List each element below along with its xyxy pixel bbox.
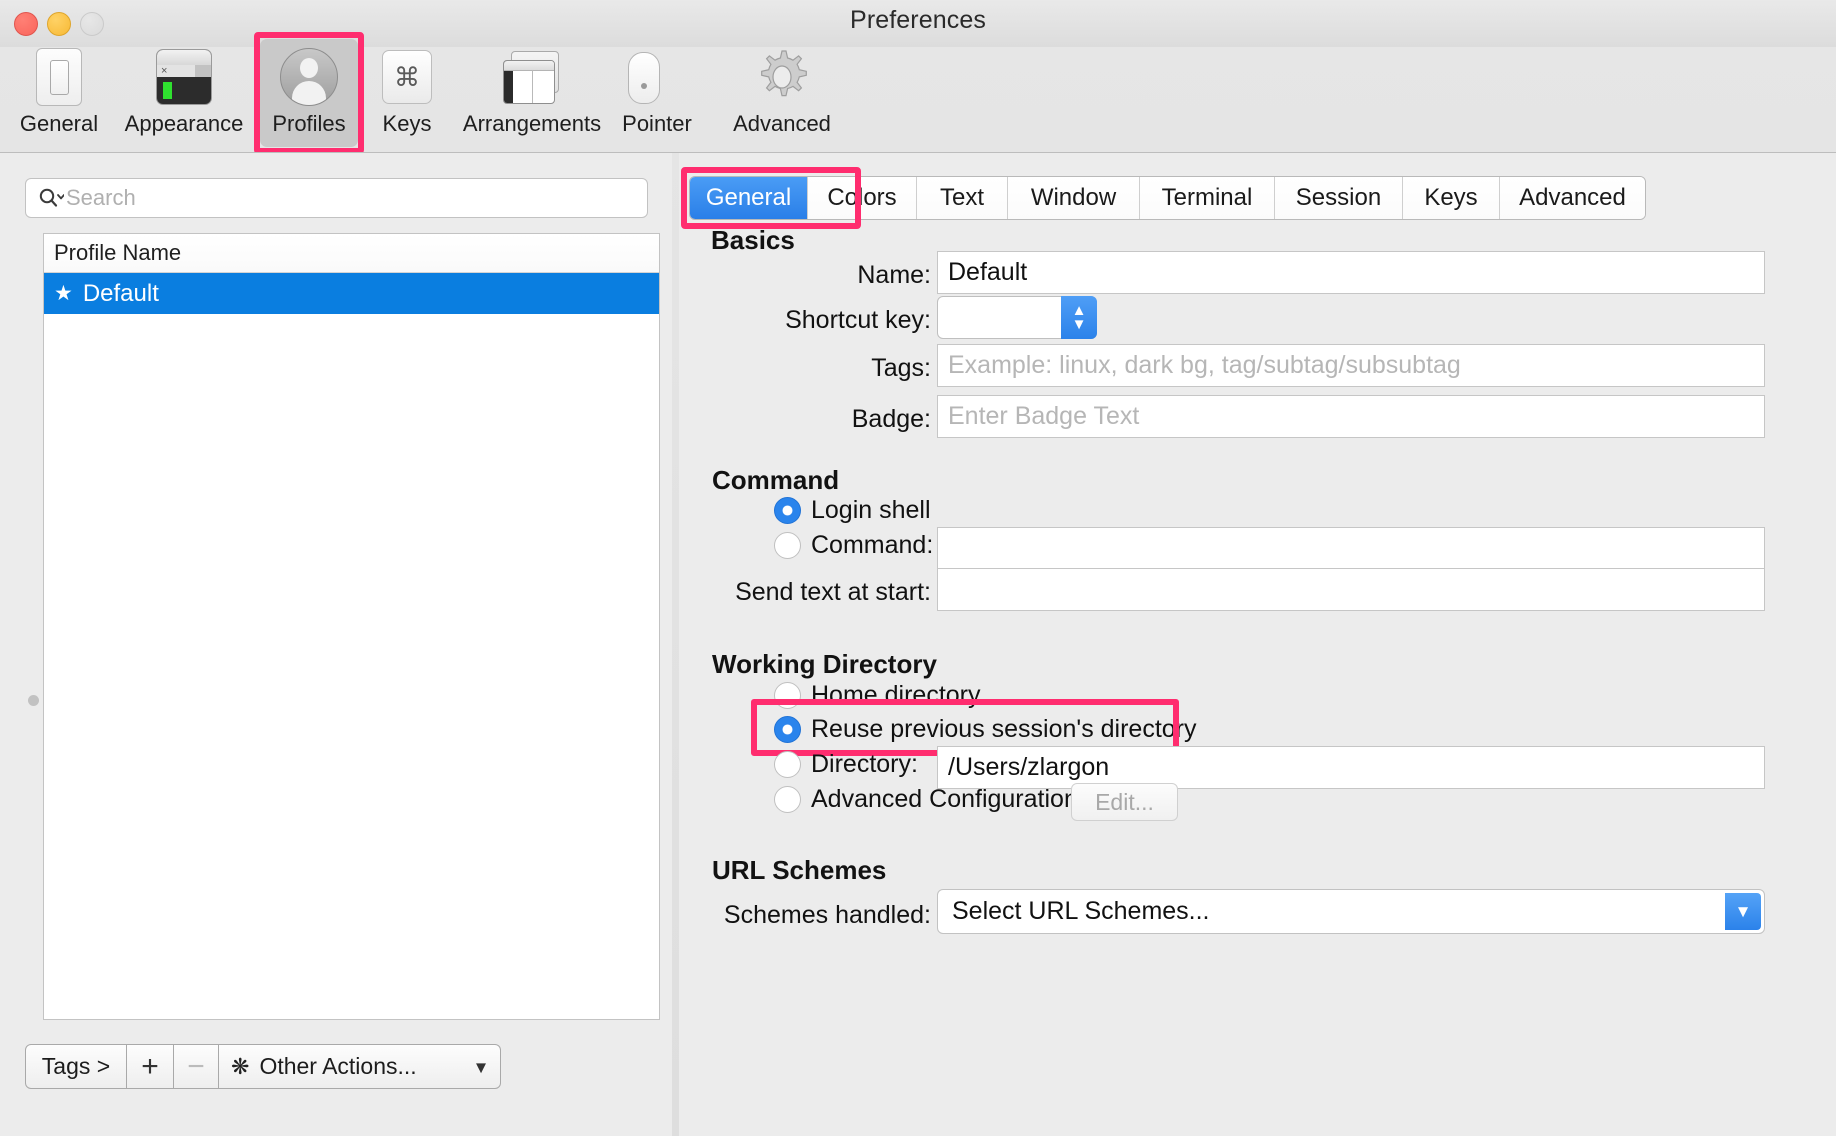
radio-label-directory: Directory: [811, 750, 918, 778]
tab-advanced[interactable]: Advanced [1500, 177, 1645, 219]
tags-button[interactable]: Tags > [25, 1044, 127, 1089]
add-profile-button[interactable]: + [127, 1044, 174, 1089]
search-input[interactable]: Search [25, 178, 648, 218]
profile-tab-bar: General Colors Text Window Terminal Sess… [689, 176, 1646, 220]
url-schemes-dropdown[interactable]: Select URL Schemes... ▼ [937, 889, 1765, 934]
name-input[interactable]: Default [937, 251, 1765, 294]
toolbar-label-advanced: Advanced [733, 111, 831, 136]
toolbar-item-keys[interactable]: ⌘ Keys [358, 39, 456, 147]
toolbar-item-pointer[interactable]: Pointer [608, 39, 706, 147]
toolbar-label-keys: Keys [382, 111, 432, 136]
toolbar-label-general: General [19, 111, 99, 136]
profile-actions-bar: Tags > + − ❋ Other Actions... ▾ [25, 1044, 501, 1089]
command-key-icon: ⌘ [377, 47, 437, 107]
send-text-input[interactable] [937, 568, 1765, 611]
column-header-profile-name: Profile Name [54, 240, 182, 265]
radio-indicator [774, 532, 801, 559]
tab-terminal[interactable]: Terminal [1140, 177, 1275, 219]
working-directory-heading: Working Directory [712, 649, 937, 679]
url-schemes-heading: URL Schemes [712, 855, 887, 885]
schemes-handled-label: Schemes handled: [723, 901, 931, 929]
gear-icon [752, 47, 812, 107]
general-tab-content: Basics Name: Default Shortcut key: ▲ ▼ T… [679, 225, 1836, 1136]
other-actions-label: Other Actions... [259, 1053, 417, 1079]
toolbar-label-arrangements: Arrangements [462, 111, 602, 136]
user-silhouette-icon [279, 47, 339, 107]
profiles-sidebar: Search Profile Name ★ Default Tags > + −… [0, 153, 672, 1136]
name-label: Name: [857, 261, 931, 289]
remove-profile-button[interactable]: − [174, 1044, 219, 1089]
tags-label: Tags: [871, 354, 931, 382]
gear-icon: ❋ [231, 1053, 250, 1079]
directory-input[interactable]: /Users/zlargon [937, 746, 1765, 789]
tab-window[interactable]: Window [1008, 177, 1140, 219]
badge-input[interactable]: Enter Badge Text [937, 395, 1765, 438]
shortcut-key-stepper[interactable]: ▲ ▼ [937, 296, 1097, 339]
toolbar-label-appearance: Appearance [124, 111, 244, 136]
toolbar-label-pointer: Pointer [622, 111, 692, 136]
window-title: Preferences [850, 6, 986, 34]
radio-label-login-shell: Login shell [811, 496, 931, 524]
toolbar-item-appearance[interactable]: × Appearance [108, 39, 260, 147]
radio-label-command: Command: [811, 531, 934, 559]
profile-list-header: Profile Name [44, 234, 659, 273]
command-heading: Command [712, 465, 840, 495]
search-placeholder: Search [66, 185, 136, 210]
radio-command[interactable]: Command: [774, 531, 933, 560]
preferences-toolbar: General × Appearance Profiles ⌘ Keys Arr… [0, 32, 1836, 154]
radio-indicator [774, 786, 801, 813]
star-icon: ★ [54, 282, 73, 305]
tab-keys[interactable]: Keys [1403, 177, 1500, 219]
tags-input[interactable]: Example: linux, dark bg, tag/subtag/subs… [937, 344, 1765, 387]
toolbar-label-profiles: Profiles [272, 111, 346, 136]
stepper-arrows-icon[interactable]: ▲ ▼ [1061, 296, 1097, 339]
badge-label: Badge: [851, 405, 931, 433]
edit-button[interactable]: Edit... [1071, 783, 1178, 821]
window-prefs-icon [29, 47, 89, 107]
window-arrangements-icon [502, 47, 562, 107]
tab-session[interactable]: Session [1275, 177, 1403, 219]
terminal-appearance-icon: × [154, 47, 214, 107]
profile-list[interactable]: Profile Name ★ Default [43, 233, 660, 1020]
radio-directory[interactable]: Directory: [774, 750, 918, 779]
preferences-window: Preferences General × Appearance Profile… [0, 0, 1836, 1136]
chevron-down-icon: ▼ [1071, 315, 1087, 333]
other-actions-button[interactable]: ❋ Other Actions... ▾ [219, 1044, 501, 1089]
url-schemes-value: Select URL Schemes... [952, 897, 1210, 925]
toolbar-item-advanced[interactable]: Advanced [706, 39, 858, 147]
send-text-label: Send text at start: [735, 578, 931, 606]
radio-home-directory[interactable]: Home directory [774, 681, 981, 710]
radio-label-advanced-configuration: Advanced Configuration [811, 785, 1078, 813]
command-input[interactable] [937, 527, 1765, 570]
tab-general[interactable]: General [690, 177, 808, 219]
radio-label-home-directory: Home directory [811, 681, 981, 709]
search-field-wrapper[interactable]: Search [25, 178, 648, 218]
search-icon [38, 187, 64, 209]
radio-indicator [774, 716, 801, 743]
tab-colors[interactable]: Colors [808, 177, 917, 219]
split-handle[interactable] [28, 695, 39, 706]
radio-advanced-configuration[interactable]: Advanced Configuration [774, 785, 1078, 814]
mouse-trackpad-icon [627, 47, 687, 107]
tab-text[interactable]: Text [917, 177, 1008, 219]
table-row[interactable]: ★ Default [44, 273, 659, 314]
basics-heading: Basics [711, 225, 795, 255]
profile-row-name: Default [82, 279, 159, 307]
radio-indicator [774, 682, 801, 709]
profile-detail-panel: General Colors Text Window Terminal Sess… [679, 153, 1836, 1136]
radio-reuse-previous-session-directory[interactable]: Reuse previous session's directory [774, 715, 1197, 744]
radio-login-shell[interactable]: Login shell [774, 496, 931, 525]
toolbar-item-arrangements[interactable]: Arrangements [456, 39, 608, 147]
radio-label-reuse-previous-session-directory: Reuse previous session's directory [811, 715, 1197, 743]
radio-indicator [774, 751, 801, 778]
chevron-down-icon[interactable]: ▼ [1725, 893, 1761, 930]
radio-indicator [774, 497, 801, 524]
chevron-down-icon: ▾ [475, 1056, 486, 1078]
toolbar-item-general[interactable]: General [10, 39, 108, 147]
shortcut-key-label: Shortcut key: [785, 306, 931, 334]
toolbar-item-profiles[interactable]: Profiles [254, 32, 364, 154]
